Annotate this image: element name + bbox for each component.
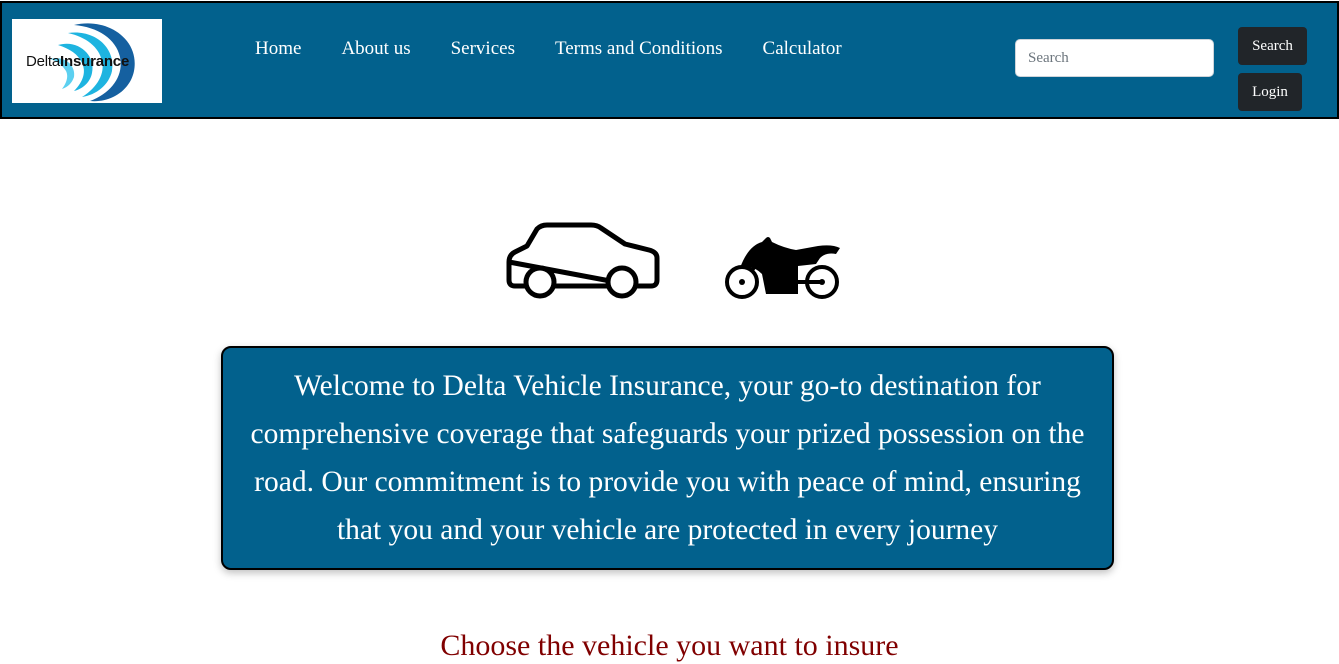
choose-vehicle-heading: Choose the vehicle you want to insure bbox=[440, 629, 899, 662]
nav-link-terms-and-conditions[interactable]: Terms and Conditions bbox=[555, 38, 723, 60]
nav-link-calculator[interactable]: Calculator bbox=[763, 38, 842, 60]
nav-link-services[interactable]: Services bbox=[451, 38, 515, 60]
car-icon[interactable] bbox=[503, 222, 661, 302]
search-button[interactable]: Search bbox=[1238, 27, 1307, 65]
motorcycle-icon[interactable] bbox=[722, 234, 844, 302]
login-button[interactable]: Login bbox=[1238, 73, 1302, 111]
nav-link-about-us[interactable]: About us bbox=[341, 38, 410, 60]
search-input[interactable] bbox=[1015, 39, 1214, 77]
delta-insurance-logo[interactable]: DeltaInsurance bbox=[12, 19, 162, 103]
main-nav: Home About us Services Terms and Conditi… bbox=[255, 38, 842, 60]
welcome-text: Welcome to Delta Vehicle Insurance, your… bbox=[250, 370, 1085, 546]
nav-link-home[interactable]: Home bbox=[255, 38, 301, 60]
welcome-banner: Welcome to Delta Vehicle Insurance, your… bbox=[221, 346, 1114, 570]
vehicle-icons-row bbox=[0, 222, 1339, 302]
logo-wordmark: DeltaInsurance bbox=[26, 53, 130, 70]
top-navbar: DeltaInsurance Home About us Services Te… bbox=[0, 1, 1339, 119]
